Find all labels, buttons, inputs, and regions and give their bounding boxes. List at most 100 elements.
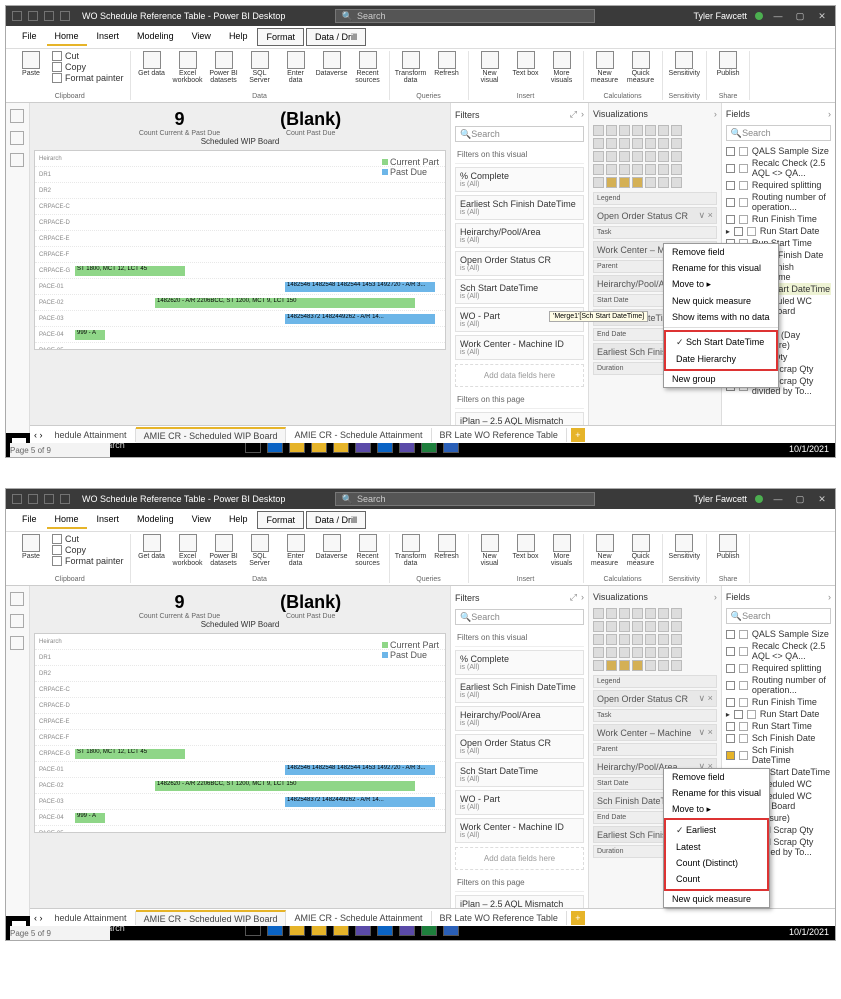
viz-type-icon[interactable] xyxy=(658,138,669,149)
gantt-bar[interactable]: 1482546 1482548 1482544 1453 1492720 - A… xyxy=(285,282,435,292)
viz-type-icon[interactable] xyxy=(606,177,617,188)
title-search[interactable]: 🔍 Search xyxy=(335,9,595,23)
viz-type-icon[interactable] xyxy=(632,151,643,162)
viz-type-icon[interactable] xyxy=(671,621,682,632)
ribbon-power-bi-datasets[interactable]: Power BI datasets xyxy=(209,534,239,567)
collapse-icon[interactable]: › xyxy=(581,109,584,120)
ribbon-dataverse[interactable]: Dataverse xyxy=(317,51,347,77)
gantt-bar[interactable]: ST 1800, MCT 12, LCT 45 xyxy=(75,749,185,759)
field-well[interactable]: Open Order Status CR∨ × xyxy=(593,207,717,224)
field-well[interactable]: Task xyxy=(593,709,717,722)
ribbon-new-visual[interactable]: New visual xyxy=(475,534,505,567)
viz-type-icon[interactable] xyxy=(632,634,643,645)
field-item[interactable]: Routing number of operation... xyxy=(726,674,831,696)
filter-card[interactable]: % Completeis (All) xyxy=(455,167,584,192)
viz-type-icon[interactable] xyxy=(645,608,656,619)
viz-type-icon[interactable] xyxy=(619,125,630,136)
menu-data-drill[interactable]: Data / Drill xyxy=(306,28,366,46)
maximize-button[interactable]: ▢ xyxy=(793,9,807,23)
ctx-sub-item[interactable]: Count xyxy=(668,871,765,887)
filter-card[interactable]: WO - Partis (All) xyxy=(455,790,584,815)
viz-type-icon[interactable] xyxy=(619,647,630,658)
viz-type-icon[interactable] xyxy=(658,621,669,632)
page-tab[interactable]: hedule Attainment xyxy=(47,428,136,442)
menu-insert[interactable]: Insert xyxy=(89,28,128,46)
ribbon-quick-measure[interactable]: Quick measure xyxy=(626,51,656,84)
viz-type-icon[interactable] xyxy=(606,164,617,175)
viz-type-icon[interactable] xyxy=(658,660,669,671)
ribbon-more-visuals[interactable]: More visuals xyxy=(547,51,577,84)
report-canvas[interactable]: 9Count Current & Past Due (Blank)Count P… xyxy=(30,103,450,433)
viz-type-icon[interactable] xyxy=(658,647,669,658)
viz-type-icon[interactable] xyxy=(658,634,669,645)
data-view-icon[interactable] xyxy=(10,614,24,628)
data-view-icon[interactable] xyxy=(10,131,24,145)
ctx-sub-item[interactable]: Latest xyxy=(668,839,765,855)
viz-type-icon[interactable] xyxy=(671,151,682,162)
ctx-item[interactable]: Remove field xyxy=(664,244,778,260)
gantt-bar[interactable]: 999 - A xyxy=(75,330,105,340)
menu-file[interactable]: File xyxy=(14,28,45,46)
viz-type-icon[interactable] xyxy=(606,151,617,162)
ctx-item[interactable]: Remove field xyxy=(664,769,769,785)
field-item[interactable]: Recalc Check (2.5 AQL <> QA... xyxy=(726,157,831,179)
ctx-item[interactable]: Move to ▸ xyxy=(664,801,769,818)
field-item[interactable]: Sch Finish Date xyxy=(726,732,831,744)
menu-help[interactable]: Help xyxy=(221,28,256,46)
field-well[interactable]: Legend xyxy=(593,192,717,205)
viz-type-icon[interactable] xyxy=(645,647,656,658)
gantt-chart[interactable]: Current PartPast Due HeirarchDR1DR2CRPAC… xyxy=(34,150,446,350)
viz-type-icon[interactable] xyxy=(593,634,604,645)
ribbon-enter-data[interactable]: Enter data xyxy=(281,534,311,567)
viz-type-icon[interactable] xyxy=(632,125,643,136)
ctx-item[interactable]: Show items with no data xyxy=(664,309,778,325)
menu-modeling[interactable]: Modeling xyxy=(129,511,182,529)
gantt-bar[interactable]: 1482620 - A/R 2206BCC, ST 1200, MCT 9, L… xyxy=(155,298,415,308)
ribbon-sensitivity[interactable]: Sensitivity xyxy=(669,534,699,560)
viz-type-icon[interactable] xyxy=(593,138,604,149)
menu-insert[interactable]: Insert xyxy=(89,511,128,529)
close-button[interactable]: ✕ xyxy=(815,492,829,506)
field-item[interactable]: Required splitting xyxy=(726,179,831,191)
redo-icon[interactable] xyxy=(60,494,70,504)
viz-type-icon[interactable] xyxy=(671,634,682,645)
viz-type-icon[interactable] xyxy=(671,647,682,658)
viz-type-icon[interactable] xyxy=(593,164,604,175)
filter-card[interactable]: Heirarchy/Pool/Areais (All) xyxy=(455,706,584,731)
field-item[interactable]: ▸ Run Start Date xyxy=(726,708,831,720)
minimize-button[interactable]: — xyxy=(771,492,785,506)
model-view-icon[interactable] xyxy=(10,153,24,167)
ribbon-sql-server[interactable]: SQL Server xyxy=(245,51,275,84)
field-item[interactable]: Sch Finish DateTime xyxy=(726,744,831,766)
viz-type-icon[interactable] xyxy=(658,125,669,136)
viz-type-icon[interactable] xyxy=(593,660,604,671)
gantt-bar[interactable]: ST 1800, MCT 12, LCT 45 xyxy=(75,266,185,276)
ribbon-get-data[interactable]: Get data xyxy=(137,51,167,77)
viz-type-icon[interactable] xyxy=(619,608,630,619)
ribbon-power-bi-datasets[interactable]: Power BI datasets xyxy=(209,51,239,84)
menu-view[interactable]: View xyxy=(184,28,219,46)
viz-type-icon[interactable] xyxy=(658,151,669,162)
ribbon-transform-data[interactable]: Transform data xyxy=(396,51,426,84)
ribbon-new-visual[interactable]: New visual xyxy=(475,51,505,84)
viz-type-icon[interactable] xyxy=(671,164,682,175)
viz-type-icon[interactable] xyxy=(671,138,682,149)
ribbon-quick-measure[interactable]: Quick measure xyxy=(626,534,656,567)
field-item[interactable]: Recalc Check (2.5 AQL <> QA... xyxy=(726,640,831,662)
page-tab[interactable]: AMIE CR - Scheduled WIP Board xyxy=(136,427,287,443)
fields-search[interactable]: 🔍 Search xyxy=(726,125,831,141)
ctx-item[interactable]: Move to ▸ xyxy=(664,276,778,293)
viz-type-icon[interactable] xyxy=(619,660,630,671)
viz-type-icon[interactable] xyxy=(632,164,643,175)
gantt-bar[interactable]: 1482548372 1482449262 - A/R 14... xyxy=(285,797,435,807)
field-well[interactable]: Parent xyxy=(593,743,717,756)
ribbon-excel-workbook[interactable]: Excel workbook xyxy=(173,51,203,84)
page-tab[interactable]: AMIE CR - Schedule Attainment xyxy=(286,911,431,925)
menu-modeling[interactable]: Modeling xyxy=(129,28,182,46)
viz-type-icon[interactable] xyxy=(671,608,682,619)
ctx-item[interactable]: New quick measure xyxy=(664,293,778,309)
filter-card[interactable]: Earliest Sch Finish DateTimeis (All) xyxy=(455,678,584,703)
ctx-sub-item[interactable]: Count (Distinct) xyxy=(668,855,765,871)
viz-type-icon[interactable] xyxy=(606,621,617,632)
filter-card[interactable]: Earliest Sch Finish DateTimeis (All) xyxy=(455,195,584,220)
